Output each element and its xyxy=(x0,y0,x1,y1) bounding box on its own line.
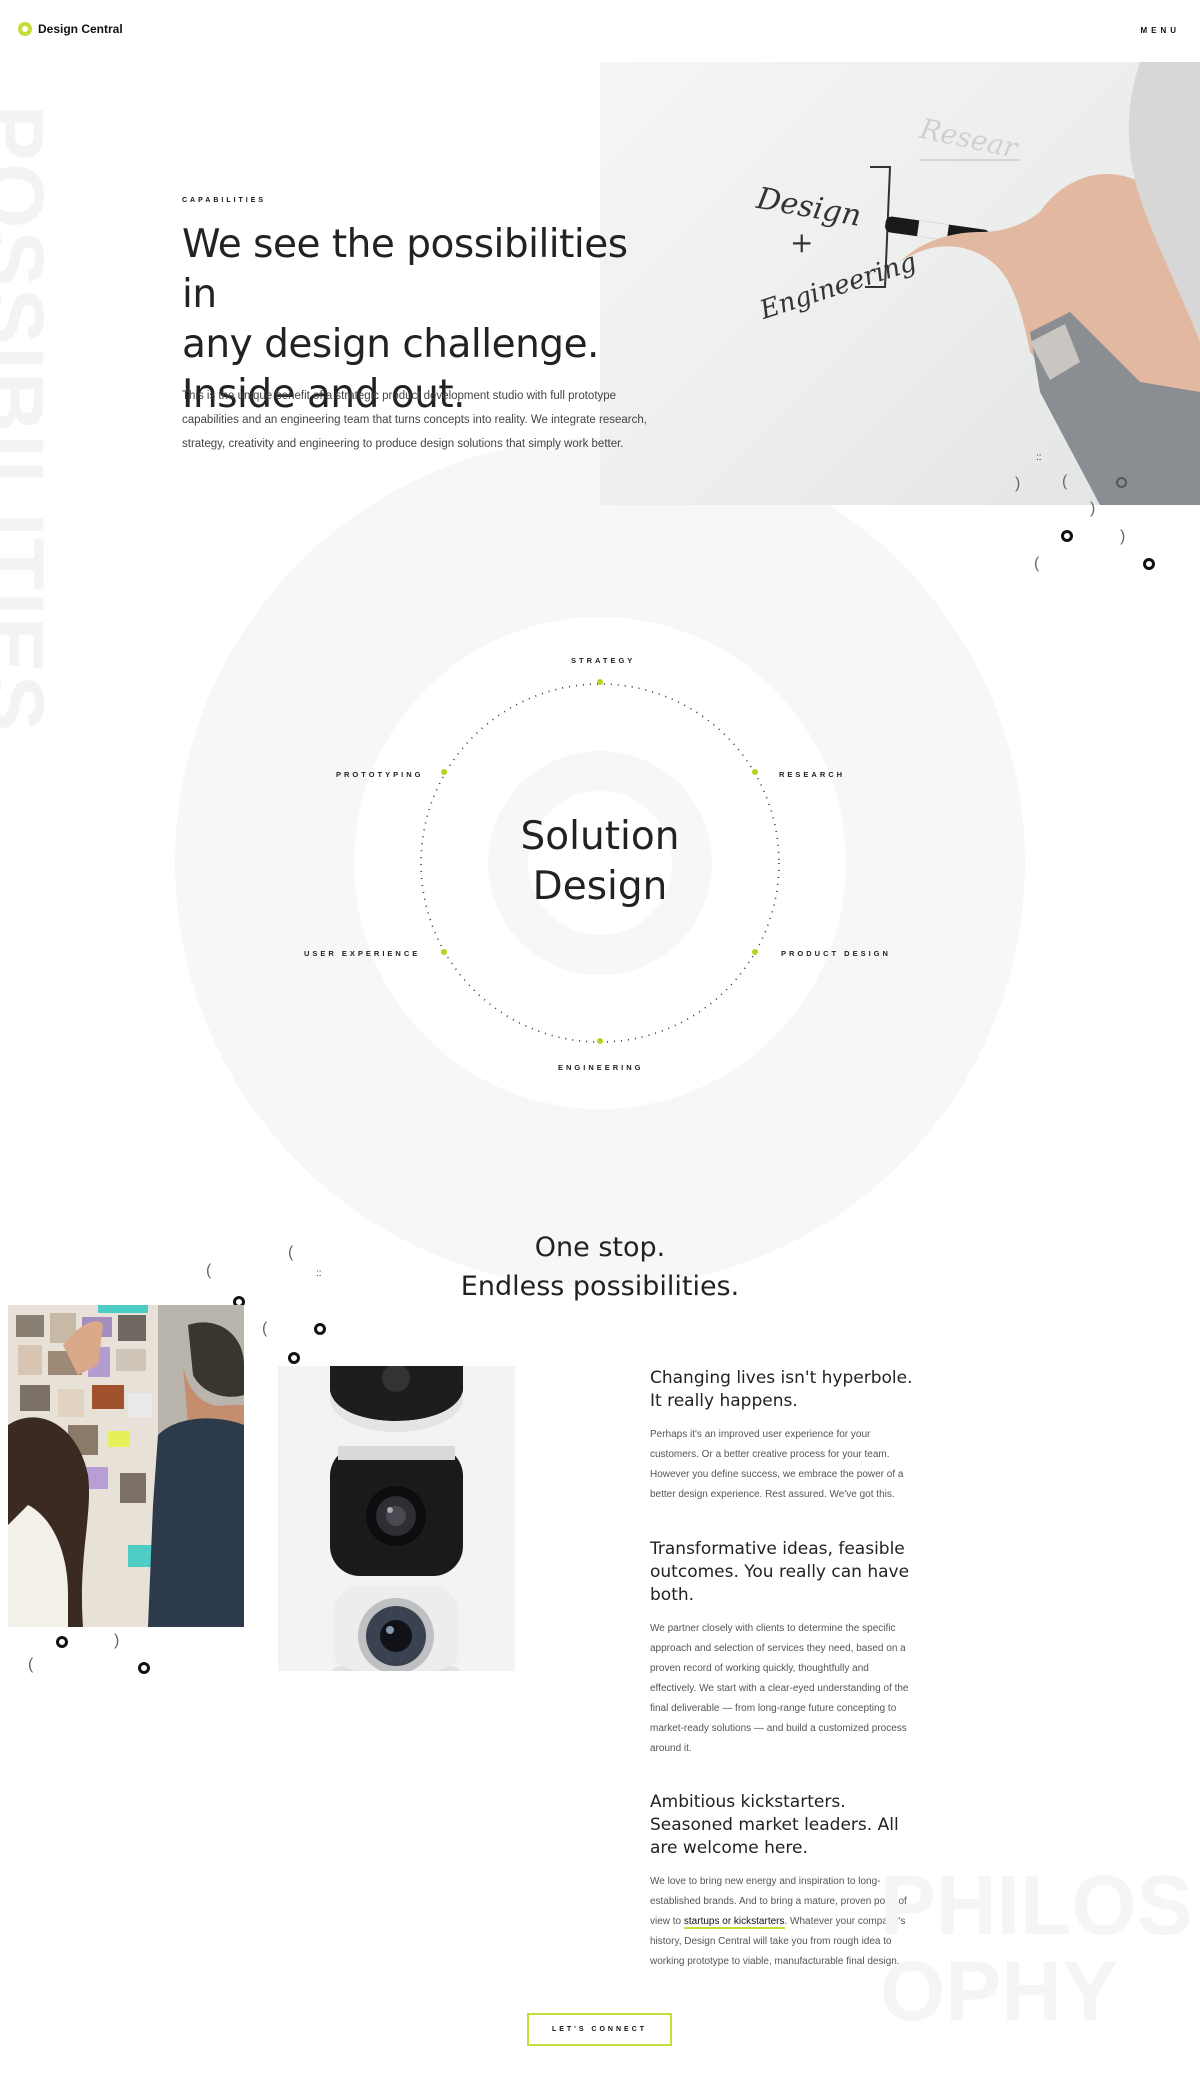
decor-arc-icon: ) xyxy=(1120,528,1126,545)
possibilities-watermark: POSSIBILITIES xyxy=(0,105,61,734)
decor-arc-icon: ) xyxy=(1015,475,1021,492)
feature-block: Changing lives isn't hyperbole. It reall… xyxy=(650,1367,915,1505)
decor-ring xyxy=(1061,530,1073,542)
solution-design-line-1: Solution xyxy=(520,814,680,859)
decor-ring xyxy=(138,1662,150,1674)
feature-body: We partner closely with clients to deter… xyxy=(650,1623,909,1754)
svg-text:Resear: Resear xyxy=(916,112,1022,165)
label-prototyping: PROTOTYPING xyxy=(336,770,424,779)
whiteboard-text-plus: + xyxy=(790,226,813,259)
solution-design-title: Solution Design xyxy=(480,812,720,912)
decor-arc-icon: ( xyxy=(262,1320,268,1337)
hero-title-line-1: We see the possibilities in xyxy=(182,222,628,317)
decor-arc-icon: ) xyxy=(114,1632,120,1649)
solution-design-line-2: Design xyxy=(532,864,668,909)
menu-button[interactable]: MENU xyxy=(1140,26,1180,35)
lets-connect-button[interactable]: LET'S CONNECT xyxy=(527,2013,672,2046)
decor-ring xyxy=(1116,477,1127,488)
logo[interactable]: Design Central xyxy=(18,22,123,36)
feature-heading: Ambitious kickstarters. Seasoned market … xyxy=(650,1792,899,1858)
decor-arc-icon: ) xyxy=(1090,500,1096,517)
whiteboard-illustration: Resear Design + Engineering xyxy=(753,62,1200,505)
prototyping-node xyxy=(441,769,447,775)
logo-mark-icon xyxy=(18,22,32,36)
user-experience-node xyxy=(441,949,447,955)
section-title: One stop. Endless possibilities. xyxy=(400,1228,800,1306)
feature-body: We love to bring new energy and inspirat… xyxy=(650,1872,915,1972)
whiteboard-text-engineering: Engineering xyxy=(755,247,920,326)
team-moodboard-photo xyxy=(8,1305,244,1627)
decor-dots-icon: :: xyxy=(1036,452,1042,463)
strategy-node xyxy=(597,679,603,685)
decor-ring xyxy=(1143,558,1155,570)
capabilities-eyebrow: CAPABILITIES xyxy=(182,197,267,204)
section-title-line-1: One stop. xyxy=(534,1232,666,1263)
product-design-node xyxy=(752,949,758,955)
logo-text: Design Central xyxy=(38,22,123,36)
feature-heading: Transformative ideas, feasible outcomes.… xyxy=(650,1539,910,1605)
decor-ring xyxy=(314,1323,326,1335)
decor-arc-icon: ( xyxy=(28,1656,34,1673)
philosophy-watermark: PHILOS OPHY xyxy=(880,1858,1193,2038)
decor-ring xyxy=(56,1636,68,1648)
decor-arc-icon: ( xyxy=(1034,555,1040,572)
label-research: RESEARCH xyxy=(779,770,846,779)
feature-body: Perhaps it's an improved user experience… xyxy=(650,1429,904,1500)
feature-block: Transformative ideas, feasible outcomes.… xyxy=(650,1538,915,1759)
label-engineering: ENGINEERING xyxy=(558,1063,644,1072)
hero-body: This is the unique benefit of a strategi… xyxy=(182,390,647,450)
label-product-design: PRODUCT DESIGN xyxy=(781,949,891,958)
startups-link[interactable]: startups or kickstarters xyxy=(683,1916,785,1929)
decor-ring xyxy=(288,1352,300,1364)
label-strategy: STRATEGY xyxy=(571,656,636,665)
hero-whiteboard-image: Resear Design + Engineering xyxy=(600,62,1200,505)
engineering-node xyxy=(597,1038,603,1044)
decor-arc-icon: ( xyxy=(288,1244,294,1261)
label-user-experience: USER EXPERIENCE xyxy=(304,949,421,958)
decor-arc-icon: ( xyxy=(1062,473,1068,490)
feature-heading: Changing lives isn't hyperbole. It reall… xyxy=(650,1368,913,1411)
decor-arc-icon: ( xyxy=(206,1262,212,1279)
feature-block: Ambitious kickstarters. Seasoned market … xyxy=(650,1791,915,1972)
research-node xyxy=(752,769,758,775)
decor-dots-icon: :: xyxy=(316,1268,322,1279)
security-cameras-photo xyxy=(278,1364,515,1681)
section-title-line-2: Endless possibilities. xyxy=(460,1271,740,1302)
hero-title-line-2: any design challenge. xyxy=(182,322,599,367)
